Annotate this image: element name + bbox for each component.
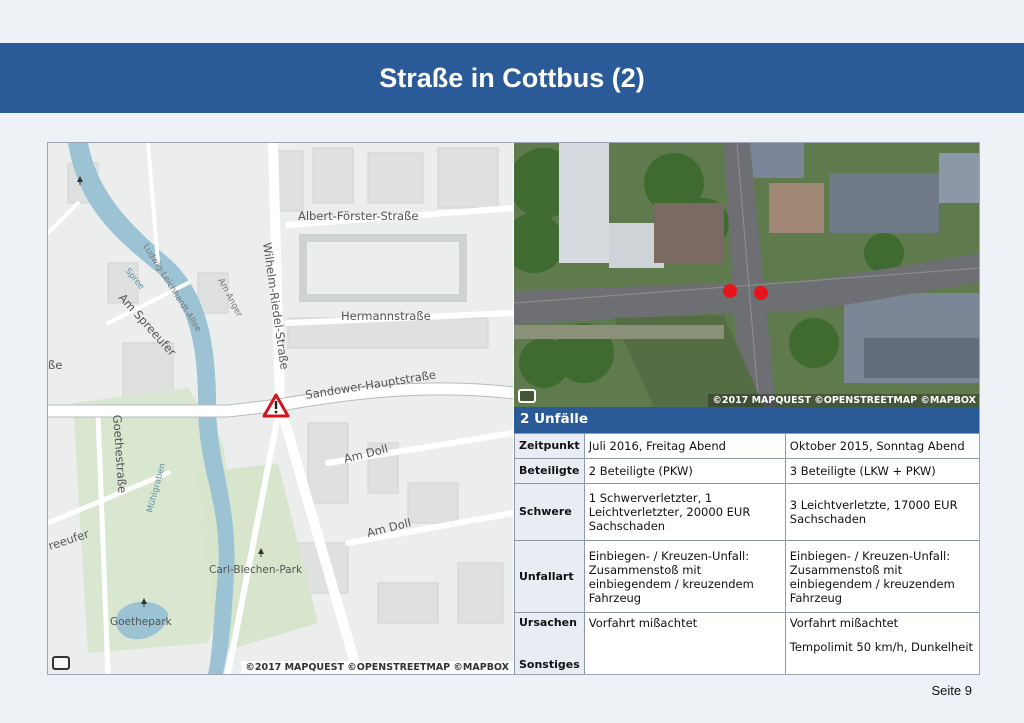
table-cell: Vorfahrt mißachtet Tempolimit 50 km/h, D… xyxy=(784,612,979,674)
table-cell: 2 Beteiligte (PKW) xyxy=(583,458,786,484)
table-cell: Vorfahrt mißachtet xyxy=(583,612,786,674)
ursachen-a: Vorfahrt mißachtet xyxy=(588,616,698,630)
map-copyright: ©2017 MAPQUEST ©OPENSTREETMAP ©MAPBOX xyxy=(241,661,513,674)
table-cell: Einbiegen- / Kreuzen-Unfall: Zusammensto… xyxy=(583,540,786,613)
row-label: Zeitpunkt xyxy=(514,433,585,459)
accident-info-panel: 2 Unfälle Zeitpunkt Juli 2016, Freitag A… xyxy=(514,407,979,674)
table-row: Schwere 1 Schwerverletzter, 1 Leichtverl… xyxy=(514,483,979,541)
table-cell: Einbiegen- / Kreuzen-Unfall: Zusammensto… xyxy=(784,540,979,613)
satellite-view[interactable]: ©2017 MAPQUEST ©OPENSTREETMAP ©MAPBOX xyxy=(514,143,979,407)
accident-table: Zeitpunkt Juli 2016, Freitag Abend Oktob… xyxy=(514,433,979,674)
label-goethepark: Goethepark xyxy=(110,616,173,628)
row-label-pair: Ursachen Sonstiges xyxy=(514,612,585,674)
table-cell: Juli 2016, Freitag Abend xyxy=(583,433,786,459)
table-row: Zeitpunkt Juli 2016, Freitag Abend Oktob… xyxy=(514,433,979,459)
row-label-ursachen: Ursachen xyxy=(519,616,577,629)
street-map[interactable]: Albert-Förster-Straße Wilhelm-Riedel-Str… xyxy=(48,143,513,674)
satellite-canvas xyxy=(514,143,979,407)
table-row: Ursachen Sonstiges Vorfahrt mißachtet Vo… xyxy=(514,612,979,674)
row-label: Beteiligte xyxy=(514,458,585,484)
ursachen-b: Vorfahrt mißachtet xyxy=(789,616,899,630)
row-label: Unfallart xyxy=(514,540,585,613)
row-label-sonstiges: Sonstiges xyxy=(519,658,580,671)
table-row: Beteiligte 2 Beteiligte (PKW) 3 Beteilig… xyxy=(514,458,979,484)
content-frame: Albert-Förster-Straße Wilhelm-Riedel-Str… xyxy=(47,142,980,675)
label-sse: ße xyxy=(48,358,62,372)
sonstiges-b: Tempolimit 50 km/h, Dunkelheit xyxy=(789,640,974,654)
satellite-copyright: ©2017 MAPQUEST ©OPENSTREETMAP ©MAPBOX xyxy=(708,394,979,407)
table-cell: 1 Schwerverletzter, 1 Leichtverletzter, … xyxy=(583,483,786,541)
label-albert-foerster: Albert-Förster-Straße xyxy=(298,209,418,223)
row-label: Schwere xyxy=(514,483,585,541)
table-cell: 3 Beteiligte (LKW + PKW) xyxy=(784,458,979,484)
label-wilhelm-riedel: Wilhelm-Riedel-Straße xyxy=(260,241,292,370)
map-logo-icon xyxy=(52,656,70,670)
accident-marker-1[interactable] xyxy=(723,284,737,298)
label-carl-blechen-park: Carl-Blechen-Park xyxy=(209,564,303,576)
table-cell: 3 Leichtverletzte, 17000 EUR Sachschaden xyxy=(784,483,979,541)
satellite-logo-icon xyxy=(518,389,536,403)
page-number: Seite 9 xyxy=(931,683,972,698)
page-title: Straße in Cottbus (2) xyxy=(379,62,645,93)
label-hermannstrasse: Hermannstraße xyxy=(341,309,431,323)
table-row: Unfallart Einbiegen- / Kreuzen-Unfall: Z… xyxy=(514,540,979,613)
accident-marker-2[interactable] xyxy=(754,286,768,300)
table-cell: Oktober 2015, Sonntag Abend xyxy=(784,433,979,459)
accident-count-header: 2 Unfälle xyxy=(514,407,979,433)
street-map-canvas: Albert-Förster-Straße Wilhelm-Riedel-Str… xyxy=(48,143,513,674)
title-bar: Straße in Cottbus (2) xyxy=(0,43,1024,113)
